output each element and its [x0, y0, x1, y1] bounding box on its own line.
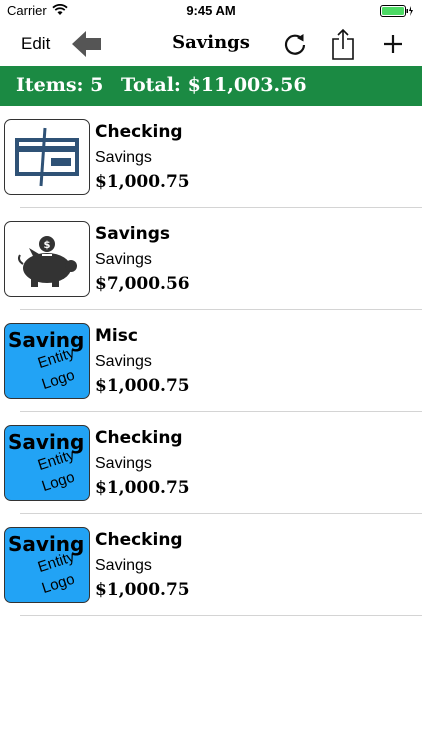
list-item[interactable]: Saving Entity Logo Checking Savings $1,0… — [0, 412, 422, 514]
account-subtitle: Savings — [95, 251, 152, 268]
account-subtitle: Savings — [95, 353, 152, 370]
piggy-bank-icon: $ — [4, 221, 90, 297]
account-title: Checking — [95, 530, 183, 550]
share-icon[interactable] — [330, 28, 356, 60]
account-title: Checking — [95, 122, 183, 142]
account-title: Misc — [95, 326, 138, 346]
account-subtitle: Savings — [95, 455, 152, 472]
account-subtitle: Savings — [95, 557, 152, 574]
page-title: Savings — [172, 32, 250, 53]
clock: 9:45 AM — [186, 3, 236, 18]
account-title: Savings — [95, 224, 171, 244]
plus-icon[interactable] — [380, 31, 406, 57]
list-item[interactable]: Saving Entity Logo Checking Savings $1,0… — [0, 514, 422, 616]
total-amount: Total: $11,003.56 — [121, 74, 307, 96]
list-item[interactable]: $ Savings Savings $7,000.56 — [0, 208, 422, 310]
account-title: Checking — [95, 428, 183, 448]
row-separator — [20, 615, 422, 616]
account-amount: $1,000.75 — [95, 172, 190, 192]
entity-logo: Saving Entity Logo — [4, 323, 90, 399]
account-list: Checking Savings $1,000.75 $ Savings Sav… — [0, 106, 422, 616]
status-bar: Carrier 9:45 AM — [0, 0, 422, 22]
entity-logo: Saving Entity Logo — [4, 527, 90, 603]
account-amount: $1,000.75 — [95, 376, 190, 396]
account-amount: $1,000.75 — [95, 478, 190, 498]
account-amount: $1,000.75 — [95, 580, 190, 600]
list-item[interactable]: Checking Savings $1,000.75 — [0, 106, 422, 208]
check-icon — [4, 119, 90, 195]
entity-logo: Saving Entity Logo — [4, 425, 90, 501]
list-item[interactable]: Saving Entity Logo Misc Savings $1,000.7… — [0, 310, 422, 412]
refresh-icon[interactable] — [282, 31, 308, 57]
items-count: Items: 5 — [16, 74, 104, 96]
summary-banner: Items: 5 Total: $11,003.56 — [0, 66, 422, 106]
svg-text:$: $ — [44, 240, 51, 251]
account-amount: $7,000.56 — [95, 274, 190, 294]
battery-icon — [380, 5, 414, 17]
navigation-bar: Edit Savings — [0, 22, 422, 66]
account-subtitle: Savings — [95, 149, 152, 166]
